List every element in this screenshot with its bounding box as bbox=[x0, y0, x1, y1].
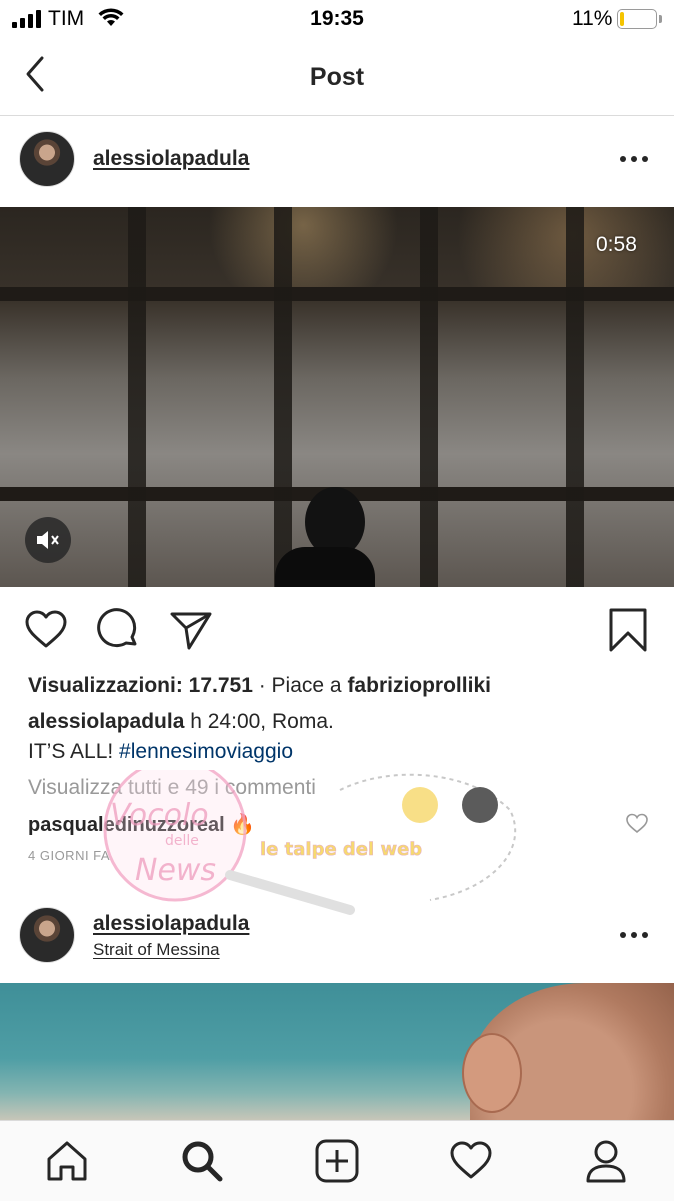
photo-ear bbox=[462, 1033, 522, 1113]
view-all-comments-link[interactable]: Visualizza tutti e 49 i commenti bbox=[28, 776, 316, 800]
mute-button[interactable] bbox=[25, 517, 71, 563]
profile-icon[interactable] bbox=[584, 1139, 628, 1183]
views-count[interactable]: Visualizzazioni: 17.751 bbox=[28, 674, 253, 697]
liked-by-user[interactable]: fabrizioprolliki bbox=[347, 674, 491, 697]
comment: pasqualedinuzzoreal 🔥 bbox=[28, 812, 255, 837]
views-and-likes: Visualizzazioni: 17.751 · Piace a fabriz… bbox=[28, 674, 491, 698]
post-image[interactable] bbox=[0, 983, 674, 1120]
caption-text: h 24:00, Roma. bbox=[184, 710, 334, 733]
search-icon[interactable] bbox=[180, 1139, 224, 1183]
paper-plane-icon[interactable] bbox=[169, 608, 213, 652]
status-bar: TIM 19:35 11% bbox=[0, 0, 674, 38]
post-location[interactable]: Strait of Messina bbox=[93, 940, 220, 960]
comment-icon[interactable] bbox=[97, 608, 141, 652]
battery-fill bbox=[620, 12, 624, 26]
add-post-icon[interactable] bbox=[315, 1139, 359, 1183]
caption-text-2: IT’S ALL! bbox=[28, 740, 120, 763]
navigation-bar: Post bbox=[0, 38, 674, 116]
post-username[interactable]: alessiolapadula bbox=[93, 147, 249, 171]
watermark-logo-text-3: News bbox=[135, 853, 216, 888]
battery-percent: 11% bbox=[572, 7, 613, 30]
post-username[interactable]: alessiolapadula bbox=[93, 912, 249, 936]
comment-text: 🔥 bbox=[224, 814, 256, 836]
caption: alessiolapadula h 24:00, Roma. bbox=[28, 710, 334, 734]
more-dots-icon[interactable] bbox=[620, 154, 650, 164]
more-dots-icon[interactable] bbox=[620, 930, 650, 940]
liked-by-prefix: · Piace a bbox=[252, 674, 348, 697]
home-icon[interactable] bbox=[45, 1139, 89, 1183]
speaker-muted-icon bbox=[37, 531, 59, 549]
comment-heart-icon[interactable] bbox=[625, 812, 649, 834]
page-title: Post bbox=[309, 63, 365, 91]
comment-username[interactable]: pasqualedinuzzoreal bbox=[28, 814, 225, 836]
bookmark-icon[interactable] bbox=[606, 608, 650, 652]
hashtag-link[interactable]: #lennesimoviaggio bbox=[119, 740, 293, 763]
avatar[interactable] bbox=[19, 131, 75, 187]
battery-cap bbox=[659, 15, 662, 23]
video-person-body bbox=[275, 547, 375, 587]
avatar[interactable] bbox=[19, 907, 75, 963]
caption-username[interactable]: alessiolapadula bbox=[28, 710, 184, 733]
watermark-brand-text: le talpe del web bbox=[260, 839, 422, 860]
heart-icon[interactable] bbox=[24, 608, 68, 652]
activity-heart-icon[interactable] bbox=[449, 1139, 493, 1183]
caption-line-2: IT’S ALL! #lennesimoviaggio bbox=[28, 740, 293, 764]
battery-icon bbox=[617, 9, 657, 29]
tab-bar bbox=[0, 1120, 674, 1201]
post-video[interactable] bbox=[0, 207, 674, 587]
video-duration: 0:58 bbox=[596, 233, 637, 256]
post-time-ago: 4 GIORNI FA bbox=[28, 848, 111, 863]
